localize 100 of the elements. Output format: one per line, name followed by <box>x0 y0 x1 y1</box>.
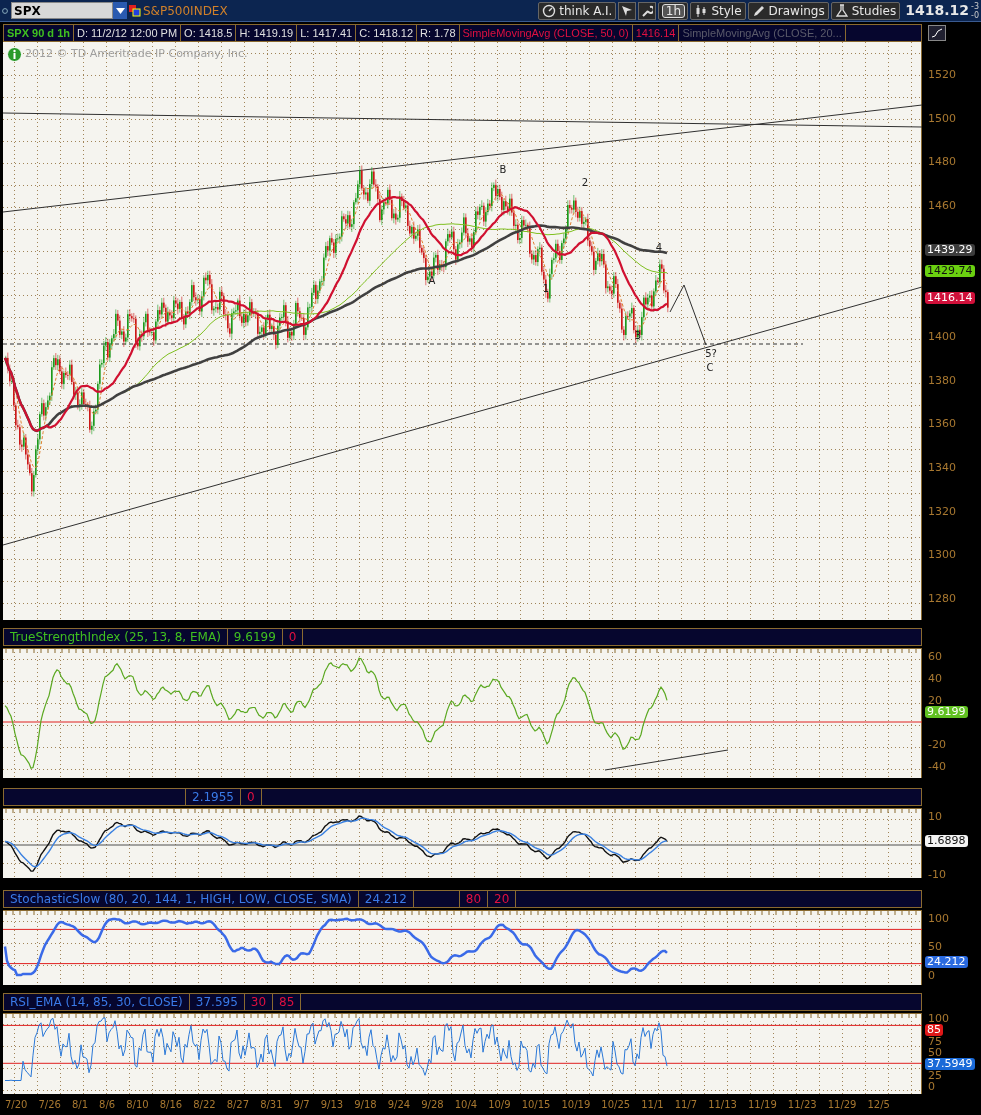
price-change: -3 <box>971 1 979 11</box>
last-price: 1418.12 <box>905 1 969 20</box>
axis-label: 1320 <box>928 506 956 517</box>
axis-label: 1360 <box>928 418 956 429</box>
date-label: 11/1 <box>641 1098 664 1112</box>
wave-label: C <box>706 362 714 373</box>
axis-label: 0 <box>928 1081 935 1092</box>
date-label: 8/31 <box>260 1098 283 1112</box>
date-label: 11/7 <box>674 1098 698 1112</box>
toolbar-button[interactable]: think A.I. <box>538 1 617 20</box>
date-label: 8/22 <box>193 1098 216 1112</box>
date-label: 8/6 <box>99 1098 116 1112</box>
date-label: 10/9 <box>488 1098 511 1112</box>
cursor-tool-button[interactable] <box>618 1 637 20</box>
wave-label: 5? <box>705 348 717 359</box>
legend-label: 0 <box>282 629 304 645</box>
legend-label: 30 <box>244 994 274 1010</box>
info-cell: O: 1418.5 <box>181 25 237 41</box>
wave-label: 3 <box>634 330 642 341</box>
wave-label: B <box>499 164 507 175</box>
wave-label: 2 <box>581 177 589 188</box>
settings-button[interactable] <box>638 1 657 20</box>
gauge-icon <box>542 3 557 18</box>
legend-label: 9.6199 <box>227 629 283 645</box>
copyright-text: 2012 © TD Ameritrade IP Company, Inc. <box>25 46 248 62</box>
wave-label: 4 <box>655 242 663 253</box>
info-cell: SPX 90 d 1h <box>4 25 74 41</box>
value-badge: 1.6898 <box>925 835 968 847</box>
value-badge: 9.6199 <box>925 706 968 718</box>
axis-label: 1400 <box>928 331 956 342</box>
wave-label: A <box>428 275 436 286</box>
info-cell: C: 1418.12 <box>356 25 418 41</box>
price-change: -0 <box>971 10 979 20</box>
axis-label: 1520 <box>928 69 956 80</box>
linked-squares-icon <box>129 4 141 17</box>
info-icon <box>7 46 22 62</box>
dropdown-button[interactable] <box>113 2 127 19</box>
value-badge: 1429.74 <box>925 265 975 277</box>
chart-mode-button[interactable] <box>928 25 946 41</box>
date-label: 12/5 <box>867 1098 890 1112</box>
value-badge: 1416.14 <box>925 292 975 304</box>
line-chart-icon <box>931 28 943 38</box>
symbol-field[interactable]: SPX <box>11 2 113 19</box>
axis-label: 50 <box>928 1047 942 1058</box>
axis-label: 75 <box>928 1036 942 1047</box>
pencil-icon <box>751 3 766 18</box>
date-label: 8/16 <box>159 1098 183 1112</box>
date-label: 9/13 <box>320 1098 344 1112</box>
date-label: 10/4 <box>454 1098 478 1112</box>
symbol-description: S&P500INDEX <box>143 2 228 20</box>
axis-label: -40 <box>928 761 946 772</box>
circle-icon <box>2 7 8 14</box>
axis-label: 1460 <box>928 200 956 211</box>
axis-label: 20 <box>928 695 942 706</box>
date-label: 9/28 <box>421 1098 444 1112</box>
axis-label: 1480 <box>928 156 956 167</box>
date-label: 9/7 <box>293 1098 310 1112</box>
axis-label: 1500 <box>928 113 956 124</box>
date-label: 7/26 <box>38 1098 61 1112</box>
date-label: 8/27 <box>226 1098 250 1112</box>
toolbar-button[interactable]: Drawings <box>747 1 829 20</box>
legend-label: 80 <box>459 891 489 907</box>
legend-label: 2.1955 <box>186 789 241 805</box>
axis-label: 10 <box>928 811 942 822</box>
projection-line <box>669 284 707 346</box>
axis-label: 1280 <box>928 593 956 604</box>
info-cell: L: 1417.41 <box>297 25 357 41</box>
legend-label: 20 <box>488 891 517 907</box>
toolbar-button[interactable]: 1h <box>658 1 689 20</box>
axis-label: 1340 <box>928 462 956 473</box>
info-cell: D: 11/2/12 12:00 PM <box>74 25 182 41</box>
axis-label: 100 <box>928 1013 949 1024</box>
info-cell: SimpleMovingAvg (CLOSE, 50, 0) <box>459 25 633 41</box>
info-cell: 1416.14 <box>632 25 680 41</box>
date-label: 8/10 <box>126 1098 149 1112</box>
legend-label: 85 <box>273 994 302 1010</box>
date-label: 10/19 <box>561 1098 591 1112</box>
legend-label: RSI_EMA (14, 85, 30, CLOSE) <box>4 994 190 1010</box>
axis-label: 1300 <box>928 549 956 560</box>
value-badge: 1439.29 <box>925 244 975 256</box>
candlestick-icon <box>694 3 709 18</box>
axis-label: -20 <box>928 739 946 750</box>
value-badge: 37.5949 <box>925 1058 975 1070</box>
date-label: 11/29 <box>827 1098 857 1112</box>
date-label: 10/25 <box>601 1098 631 1112</box>
axis-label: 40 <box>928 673 942 684</box>
legend-label: 0 <box>241 789 262 805</box>
caret-icon <box>115 7 125 14</box>
date-label: 8/1 <box>71 1098 89 1112</box>
axis-label: 50 <box>928 941 942 952</box>
toolbar-button[interactable]: Studies <box>830 1 901 20</box>
date-label: 10/15 <box>521 1098 551 1112</box>
wave-label: 1 <box>542 283 550 294</box>
date-label: 11/13 <box>708 1098 737 1112</box>
toolbar-button[interactable]: Style <box>690 1 746 20</box>
legend-label: 24.212 <box>358 891 414 907</box>
legend-label: TrueStrengthIndex (25, 13, 8, EMA) <box>4 629 228 645</box>
axis-label: 0 <box>928 970 935 981</box>
legend-label: 37.595 <box>189 994 245 1010</box>
info-cell: R: 1.78 <box>417 25 460 41</box>
